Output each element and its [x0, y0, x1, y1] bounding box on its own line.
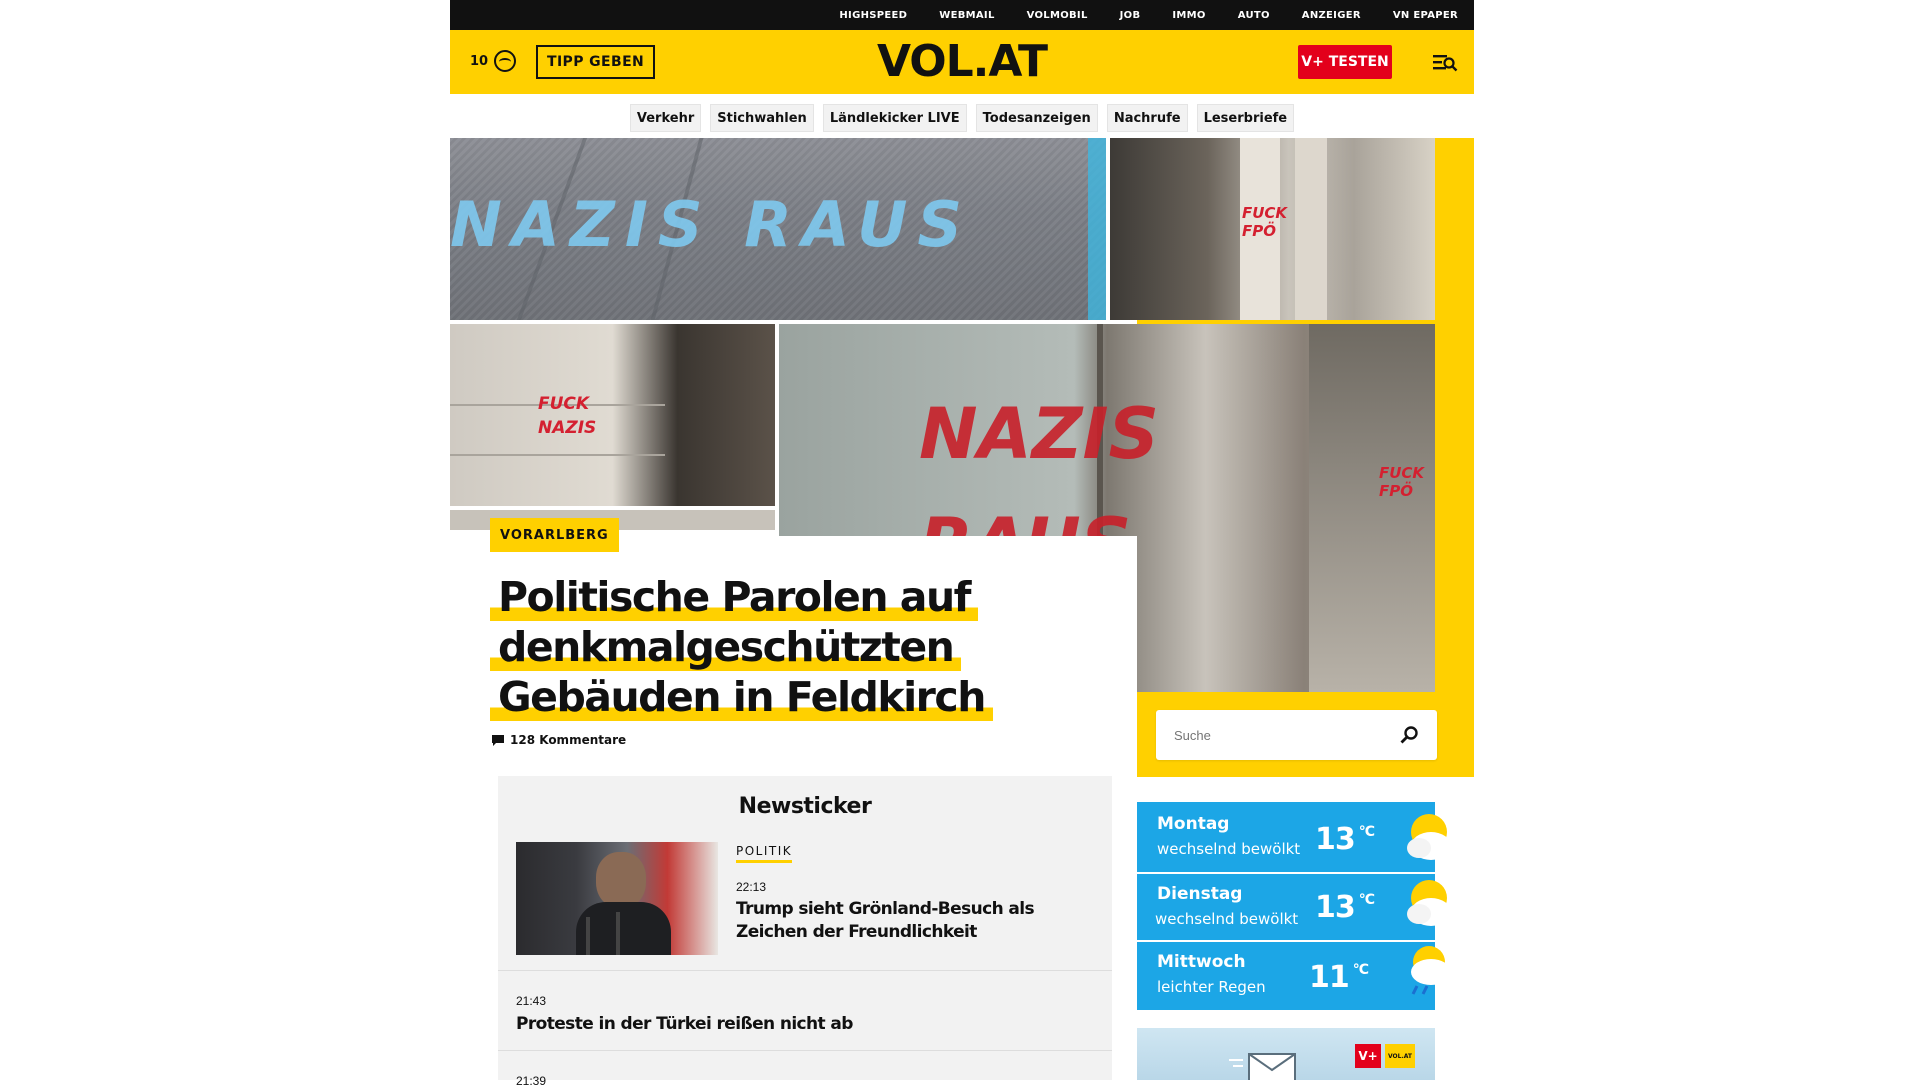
- weather-temp: 13 °C: [1315, 822, 1375, 857]
- service-bar: HIGHSPEED WEBMAIL VOLMOBIL JOB IMMO AUTO…: [450, 0, 1474, 30]
- newsticker-divider: [498, 970, 1112, 971]
- envelope-icon: [1229, 1053, 1296, 1080]
- category-laendlekicker-live[interactable]: Ländlekicker LIVE: [822, 104, 967, 132]
- newsticker-item-category[interactable]: POLITIK: [736, 844, 793, 863]
- volat-badge: VOL.AT: [1385, 1044, 1415, 1068]
- graffiti-text: NAZIS RAUS: [450, 188, 973, 261]
- hero-comments-count: 128 Kommentare: [510, 733, 627, 747]
- comment-icon: [492, 734, 504, 746]
- service-link-anzeiger[interactable]: ANZEIGER: [1302, 10, 1361, 21]
- weather-temp: 13 °C: [1315, 890, 1375, 925]
- site-header: 10 TIPP GEBEN VOL.AT V+ TESTEN: [450, 30, 1474, 94]
- weather-card-monday[interactable]: Montag wechselnd bewölkt 13 °C: [1137, 802, 1451, 872]
- light-rain-icon: [1411, 946, 1451, 995]
- vplus-badge: V+: [1355, 1044, 1381, 1068]
- newsticker-item-time: 21:39: [516, 1074, 547, 1088]
- hero-headline-text: Politische Parolen auf denkmalgeschützte…: [490, 573, 993, 721]
- weather-day: Montag: [1157, 814, 1230, 834]
- service-link-highspeed[interactable]: HIGHSPEED: [839, 10, 907, 21]
- category-nachrufe[interactable]: Nachrufe: [1106, 104, 1188, 132]
- search-bar: [1156, 710, 1437, 760]
- weather-condition: leichter Regen: [1157, 978, 1266, 996]
- weather-condition: wechselnd bewölkt: [1155, 910, 1299, 928]
- newsticker-item-time: 22:13: [736, 880, 767, 894]
- service-link-volmobil[interactable]: VOLMOBIL: [1027, 10, 1088, 21]
- service-link-webmail[interactable]: WEBMAIL: [939, 10, 994, 21]
- newsticker-item-title[interactable]: Proteste in der Türkei reißen nicht ab: [516, 1014, 853, 1034]
- category-leserbriefe[interactable]: Leserbriefe: [1196, 104, 1295, 132]
- weather-condition: wechselnd bewölkt: [1157, 840, 1301, 858]
- service-link-vn-epaper[interactable]: VN EPAPER: [1393, 10, 1458, 21]
- newsticker-item-image[interactable]: [516, 842, 718, 955]
- search-input[interactable]: [1174, 727, 1374, 743]
- service-link-job[interactable]: JOB: [1120, 10, 1141, 21]
- partly-cloudy-icon: [1407, 814, 1451, 860]
- weather-card-tuesday[interactable]: Dienstag wechselnd bewölkt 13 °C: [1137, 874, 1451, 940]
- hero-photo-pavement[interactable]: NAZIS RAUS: [450, 138, 1106, 320]
- graffiti-text: FUCK NAZIS: [538, 394, 597, 438]
- service-link-immo[interactable]: IMMO: [1172, 10, 1205, 21]
- weather-card-wednesday[interactable]: Mittwoch leichter Regen 11 °C: [1137, 942, 1451, 1010]
- weather-temp: 11 °C: [1309, 960, 1369, 995]
- weather-day: Mittwoch: [1157, 952, 1246, 972]
- hero-comments-link[interactable]: 128 Kommentare: [492, 733, 626, 747]
- newsticker-item-time: 21:43: [516, 994, 547, 1008]
- partly-cloudy-icon: [1407, 880, 1451, 926]
- category-nav: Verkehr Stichwahlen Ländlekicker LIVE To…: [450, 104, 1474, 132]
- weather-day: Dienstag: [1157, 884, 1243, 904]
- newsticker: Newsticker POLITIK 22:13 Trump sieht Grö…: [498, 776, 1112, 1088]
- newsletter-promo[interactable]: V+ VOL.AT: [1137, 1028, 1435, 1080]
- hero-headline[interactable]: Politische Parolen auf denkmalgeschützte…: [490, 572, 1130, 722]
- hero-category-tag[interactable]: VORARLBERG: [490, 518, 619, 552]
- graffiti-text: FUCK FPÖ: [1242, 204, 1288, 240]
- hero-photo-shopfront[interactable]: FUCK FPÖ: [1110, 138, 1435, 320]
- newsticker-title: Newsticker: [738, 794, 872, 819]
- category-verkehr[interactable]: Verkehr: [629, 104, 702, 132]
- graffiti-text: FUCK FPÖ: [1379, 464, 1425, 500]
- page: HIGHSPEED WEBMAIL VOLMOBIL JOB IMMO AUTO…: [450, 0, 1474, 1088]
- hero-photo-arcade[interactable]: FUCK NAZIS: [450, 324, 775, 506]
- vplus-trial-button[interactable]: V+ TESTEN: [1298, 45, 1392, 79]
- newsticker-item-title[interactable]: Trump sieht Grönland-Besuch als Zeichen …: [736, 898, 1096, 944]
- category-todesanzeigen[interactable]: Todesanzeigen: [975, 104, 1098, 132]
- newsticker-divider: [498, 1050, 1112, 1051]
- search-icon[interactable]: [1399, 725, 1419, 745]
- service-link-auto[interactable]: AUTO: [1238, 10, 1270, 21]
- menu-search-icon[interactable]: [1432, 50, 1458, 74]
- category-stichwahlen[interactable]: Stichwahlen: [710, 104, 814, 132]
